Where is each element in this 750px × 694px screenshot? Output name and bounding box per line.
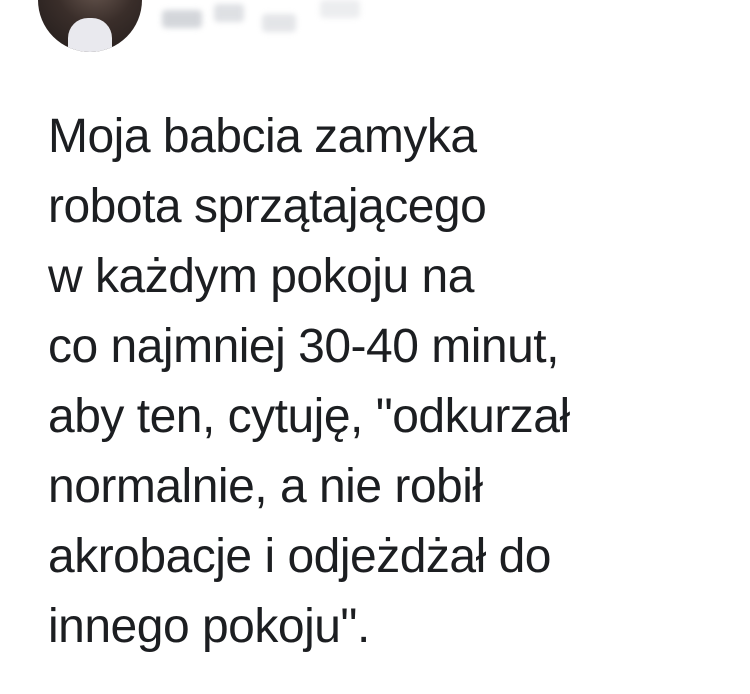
post-text-line: w każdym pokoju na: [48, 250, 474, 303]
post-text-line: innego pokoju".: [48, 600, 370, 653]
post-text-line: co najmniej 30-40 minut,: [48, 320, 559, 373]
post-text-line: Moja babcia zamyka: [48, 110, 477, 163]
blurred-author-name: [320, 0, 360, 18]
blurred-author-name: [214, 4, 244, 22]
post-text-line: robota sprzątającego: [48, 180, 487, 233]
post-text-line: normalnie, a nie robił: [48, 460, 483, 513]
blurred-author-name: [162, 10, 202, 28]
blurred-author-name: [262, 14, 296, 32]
post-text-line: akrobacje i odjeżdżał do: [48, 530, 552, 583]
post-header: [0, 0, 750, 60]
avatar[interactable]: [38, 0, 142, 52]
post-text-line: aby ten, cytuję, "odkurzał: [48, 390, 570, 443]
post-text: Moja babcia zamyka robota sprzątającego …: [48, 102, 728, 662]
avatar-shirt: [68, 18, 112, 52]
